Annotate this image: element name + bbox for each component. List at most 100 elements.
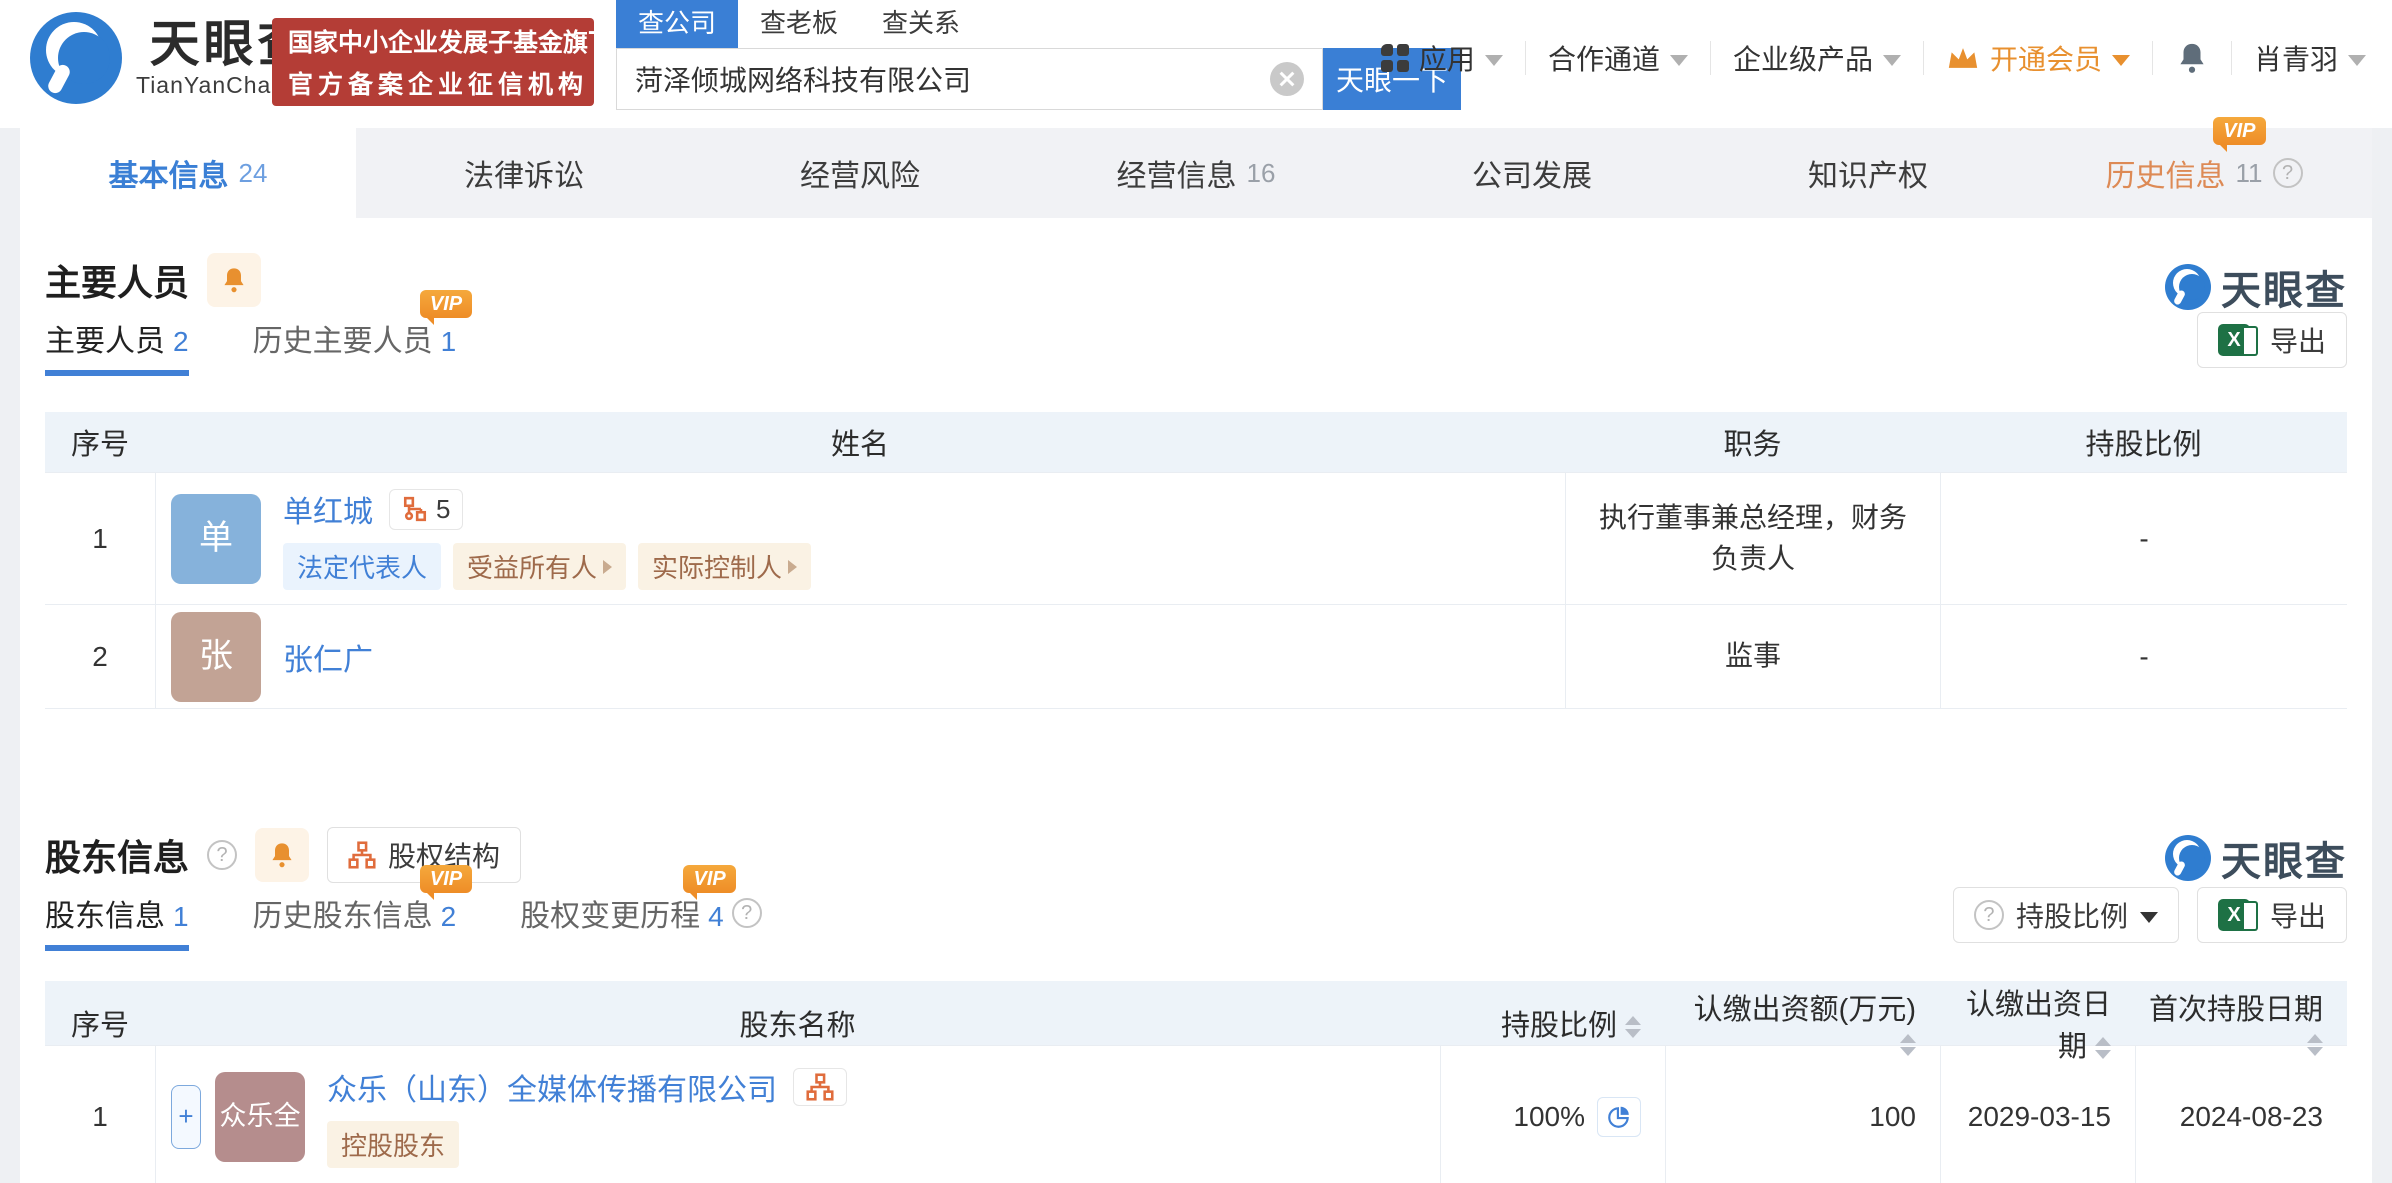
person-link[interactable]: 单红城 bbox=[283, 487, 373, 531]
tab-company-development[interactable]: 公司发展 bbox=[1364, 128, 1700, 218]
company-tab-bar: 基本信息 24 法律诉讼 经营风险 经营信息 16 公司发展 知识产权 VIP … bbox=[20, 117, 2372, 218]
nav-enterprise[interactable]: 企业级产品 bbox=[1733, 38, 1901, 78]
col-serial: 序号 bbox=[70, 429, 129, 461]
help-icon[interactable]: ? bbox=[207, 840, 238, 870]
tianyancha-logo-icon bbox=[2165, 835, 2211, 881]
chevron-down-icon bbox=[1484, 54, 1503, 66]
tianyancha-logo-icon bbox=[30, 12, 122, 104]
chevron-down-icon bbox=[1669, 54, 1688, 66]
key-members-section: 主要人员 天眼查 主要人员 2 VIP 历史主要人员 1 X 导出 序号 姓名 … bbox=[45, 218, 2347, 709]
vip-badge: VIP bbox=[419, 290, 473, 325]
tab-count: 16 bbox=[1246, 157, 1276, 188]
subtab-history-shareholders[interactable]: VIP 历史股东信息 2 bbox=[252, 865, 473, 951]
crown-icon bbox=[1948, 48, 1978, 68]
position-cell: 执行董事兼总经理，财务负责人 bbox=[1565, 473, 1940, 604]
tag-controlling-shareholder[interactable]: 控股股东 bbox=[327, 1121, 460, 1168]
nav-vip[interactable]: 开通会员 bbox=[1946, 38, 2130, 78]
subtab-history-members[interactable]: VIP 历史主要人员 1 bbox=[252, 290, 473, 376]
search-tabs: 查公司 查老板 查关系 bbox=[616, 0, 1461, 48]
company-link[interactable]: 众乐（山东）全媒体传播有限公司 bbox=[327, 1065, 777, 1109]
top-header: 天眼查 TianYanCha.com 国家中小企业发展子基金旗下 官方备案企业征… bbox=[0, 0, 2392, 128]
divider bbox=[2230, 41, 2232, 75]
col-ratio: 持股比例 bbox=[2085, 429, 2202, 461]
watermark-logo: 天眼查 bbox=[2165, 829, 2347, 887]
export-label: 导出 bbox=[2269, 326, 2326, 357]
watermark-logo: 天眼查 bbox=[2165, 258, 2347, 316]
col-name: 姓名 bbox=[830, 429, 889, 461]
nav-user-name: 肖青羽 bbox=[2253, 44, 2338, 75]
shareholders-title: 股东信息 bbox=[45, 837, 190, 878]
nav-partner[interactable]: 合作通道 bbox=[1548, 38, 1688, 78]
subtab-equity-change-history[interactable]: VIP 股权变更历程 4 ? bbox=[520, 865, 762, 951]
tab-history-info[interactable]: VIP 历史信息 11 ? bbox=[2036, 117, 2372, 218]
expand-button[interactable]: + bbox=[171, 1084, 201, 1149]
nav-apps[interactable]: 应用 bbox=[1380, 38, 1503, 78]
vip-badge: VIP bbox=[2213, 117, 2266, 152]
tab-label: 经营风险 bbox=[800, 160, 920, 193]
tab-operation-risk[interactable]: 经营风险 bbox=[692, 128, 1028, 218]
search-input[interactable] bbox=[635, 63, 1258, 95]
divider bbox=[1524, 41, 1526, 75]
help-icon[interactable]: ? bbox=[2272, 158, 2303, 188]
tag-legal-representative[interactable]: 法定代表人 bbox=[283, 543, 442, 590]
nav-user[interactable]: 肖青羽 bbox=[2254, 38, 2366, 78]
org-chart-icon bbox=[806, 1073, 834, 1101]
shareholders-table: 序号 股东名称 持股比例 认缴出资额(万元) 认缴出资日期 首次持股日期 1 +… bbox=[45, 981, 2347, 1183]
subtab-count: 4 bbox=[708, 901, 724, 932]
ratio-filter-dropdown[interactable]: ? 持股比例 bbox=[1952, 887, 2179, 943]
first-hold-date-cell: 2024-08-23 bbox=[2135, 1046, 2347, 1183]
ratio-cell: - bbox=[1940, 605, 2347, 708]
search-tab-relation[interactable]: 查关系 bbox=[860, 0, 982, 48]
position-cell: 监事 bbox=[1565, 605, 1940, 708]
tab-label: 知识产权 bbox=[1808, 160, 1928, 193]
subscribe-date-cell: 2029-03-15 bbox=[1940, 1046, 2135, 1183]
shareholders-section: 股东信息 ? 股权结构 天眼查 股东信息 1 VIP 历史股东信息 2 VIP … bbox=[45, 827, 2347, 1183]
tag-beneficial-owner[interactable]: 受益所有人 bbox=[453, 543, 627, 590]
subtab-label: 历史主要人员 bbox=[252, 325, 433, 358]
tab-basic-info[interactable]: 基本信息 24 bbox=[20, 128, 356, 218]
tab-operation-info[interactable]: 经营信息 16 bbox=[1028, 128, 1364, 218]
col-ratio[interactable]: 持股比例 bbox=[1440, 1002, 1665, 1044]
badge-line1: 国家中小企业发展子基金旗下 bbox=[288, 29, 614, 57]
person-link[interactable]: 张仁广 bbox=[283, 635, 373, 679]
watermark-text: 天眼查 bbox=[2221, 840, 2347, 884]
subtab-key-members[interactable]: 主要人员 2 bbox=[45, 316, 189, 376]
subtab-shareholders[interactable]: 股东信息 1 bbox=[45, 891, 189, 951]
chevron-down-icon bbox=[2139, 911, 2158, 923]
key-members-table: 序号 姓名 职务 持股比例 1 单 单红城 5 法定代表人 受益所有人 实际控制… bbox=[45, 412, 2347, 709]
help-icon[interactable]: ? bbox=[731, 898, 762, 928]
pie-chart-icon[interactable] bbox=[1597, 1096, 1641, 1137]
relation-count-badge[interactable]: 5 bbox=[389, 488, 464, 530]
nav-partner-label: 合作通道 bbox=[1547, 44, 1660, 75]
subscribe-bell-button[interactable] bbox=[207, 253, 262, 307]
tab-intellectual-property[interactable]: 知识产权 bbox=[1700, 128, 2036, 218]
col-position: 职务 bbox=[1723, 429, 1782, 461]
equity-structure-mini-button[interactable] bbox=[793, 1068, 847, 1106]
tab-legal[interactable]: 法律诉讼 bbox=[356, 128, 692, 218]
company-detail-card: 主要人员 天眼查 主要人员 2 VIP 历史主要人员 1 X 导出 序号 姓名 … bbox=[20, 218, 2372, 1183]
chevron-down-icon bbox=[2348, 54, 2366, 66]
subscribe-bell-button[interactable] bbox=[255, 828, 310, 882]
avatar: 众乐全 bbox=[215, 1071, 305, 1162]
subtab-count: 2 bbox=[440, 901, 457, 932]
apps-grid-icon bbox=[1380, 44, 1409, 72]
export-button[interactable]: X 导出 bbox=[2196, 887, 2347, 943]
clear-icon[interactable] bbox=[1270, 62, 1304, 96]
badge-line2: 官方备案企业征信机构 bbox=[288, 71, 589, 99]
key-members-title: 主要人员 bbox=[45, 262, 190, 303]
search-input-box bbox=[616, 48, 1323, 110]
tab-label: 基本信息 bbox=[108, 160, 229, 193]
subtab-label: 历史股东信息 bbox=[252, 900, 433, 933]
amount-cell: 100 bbox=[1665, 1046, 1940, 1183]
tab-count: 11 bbox=[2235, 157, 2263, 188]
tab-label: 公司发展 bbox=[1472, 160, 1592, 193]
export-button[interactable]: X 导出 bbox=[2196, 312, 2347, 368]
watermark-text: 天眼查 bbox=[2221, 269, 2347, 313]
bell-icon bbox=[224, 268, 244, 293]
search-tab-boss[interactable]: 查老板 bbox=[738, 0, 860, 48]
notifications-bell[interactable] bbox=[2175, 40, 2209, 76]
search-tab-company[interactable]: 查公司 bbox=[616, 0, 739, 48]
table-row: 1 + 众乐全 众乐（山东）全媒体传播有限公司 控股股东 100% 100 20… bbox=[45, 1045, 2347, 1183]
sort-icon[interactable] bbox=[1625, 1016, 1641, 1039]
tag-actual-controller[interactable]: 实际控制人 bbox=[638, 543, 812, 590]
